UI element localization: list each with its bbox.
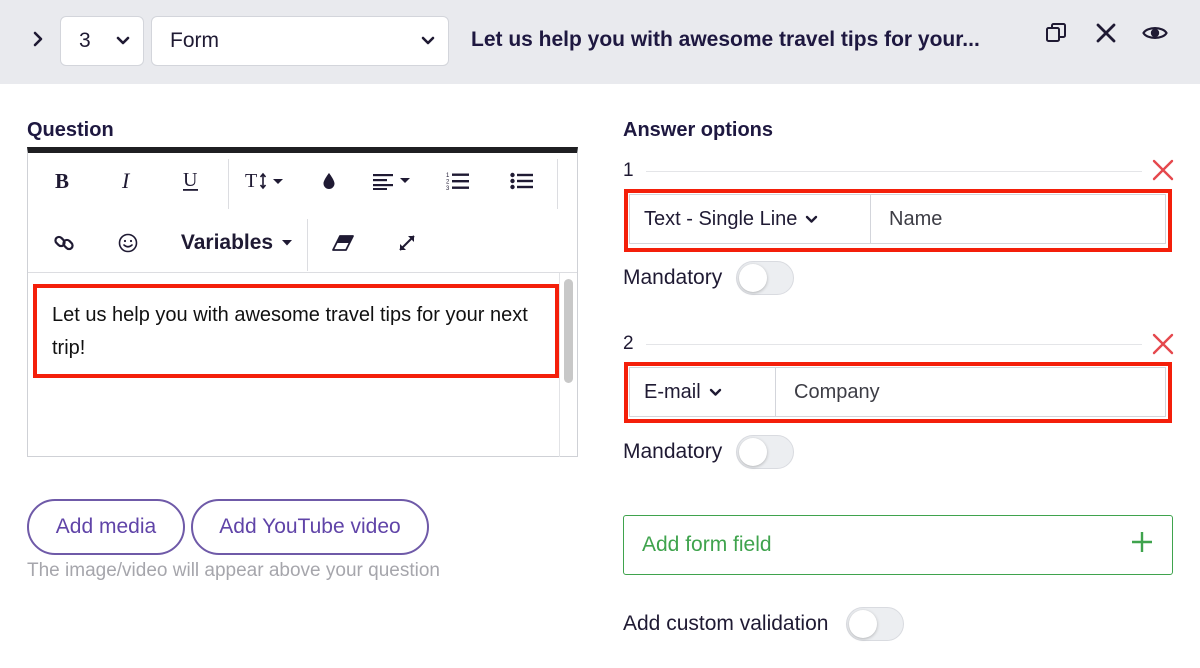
question-type-value: Form (170, 29, 219, 52)
toolbar-divider (228, 159, 229, 209)
svg-text:T: T (245, 170, 257, 192)
toolbar-divider (557, 159, 558, 209)
custom-validation-toggle[interactable] (846, 607, 904, 641)
svg-text:1: 1 (446, 173, 450, 179)
media-hint-text: The image/video will appear above your q… (27, 560, 440, 581)
caret-down-icon (281, 239, 293, 247)
bullet-list-icon[interactable] (504, 153, 540, 209)
variables-dropdown[interactable]: Variables (174, 215, 300, 271)
step-number-value: 3 (79, 29, 91, 52)
scrollbar-track (559, 273, 560, 457)
custom-validation-label: Add custom validation (623, 612, 829, 635)
editor-toolbar-row-2: Variables (28, 215, 577, 271)
add-media-button[interactable]: Add media (27, 499, 185, 555)
answer-options-heading: Answer options (623, 119, 774, 141)
svg-text:3: 3 (446, 186, 450, 191)
question-title: Let us help you with awesome travel tips… (471, 28, 980, 51)
align-icon[interactable] (370, 153, 418, 209)
mandatory-toggle[interactable] (736, 261, 794, 295)
bold-icon[interactable]: B (42, 153, 84, 209)
option-number: 2 (623, 333, 634, 354)
step-number-select[interactable]: 3 (60, 16, 144, 66)
field-type-value: Text - Single Line (644, 207, 798, 230)
duplicate-icon[interactable] (1041, 18, 1071, 48)
add-form-field-button[interactable]: Add form field (623, 515, 1173, 575)
underline-icon[interactable]: U (170, 153, 212, 209)
svg-text:I: I (121, 171, 131, 191)
field-type-select[interactable]: E-mail (630, 368, 776, 416)
chevron-down-icon (408, 36, 448, 46)
add-youtube-label: Add YouTube video (219, 515, 401, 538)
toggle-knob (739, 438, 767, 466)
form-field-row: E-mail Company (629, 367, 1166, 417)
link-icon[interactable] (46, 215, 82, 271)
add-media-label: Add media (55, 515, 157, 538)
question-heading: Question (27, 119, 114, 141)
editor-scrollbar[interactable] (564, 279, 573, 383)
svg-text:2: 2 (446, 180, 450, 186)
editor-toolbar-row-1: B I U T 123 (28, 153, 577, 209)
question-header-bar: 3 Form Let us help you with awesome trav… (0, 0, 1200, 84)
field-type-value: E-mail (644, 380, 701, 403)
svg-text:B: B (55, 171, 69, 191)
field-label-input[interactable]: Company (776, 368, 1165, 416)
toggle-knob (849, 610, 877, 638)
clear-format-eraser-icon[interactable] (326, 215, 360, 271)
text-size-icon[interactable]: T (240, 153, 292, 209)
add-form-field-label: Add form field (642, 533, 772, 556)
ordered-list-icon[interactable]: 123 (440, 153, 476, 209)
option-divider (646, 171, 1142, 172)
remove-option-x-icon[interactable] (1151, 158, 1175, 182)
preview-eye-icon[interactable] (1140, 18, 1170, 48)
text-color-drop-icon[interactable] (314, 153, 344, 209)
expand-chevron-icon[interactable] (28, 26, 48, 52)
add-youtube-video-button[interactable]: Add YouTube video (191, 499, 429, 555)
question-text-area[interactable]: Let us help you with awesome travel tips… (52, 299, 552, 365)
chevron-down-icon (805, 215, 818, 224)
chevron-down-icon (709, 388, 722, 397)
question-type-select[interactable]: Form (151, 16, 449, 66)
form-field-row: Text - Single Line Name (629, 194, 1166, 244)
italic-icon[interactable]: I (106, 153, 148, 209)
toggle-knob (739, 264, 767, 292)
chevron-down-icon (103, 36, 143, 46)
mandatory-toggle[interactable] (736, 435, 794, 469)
option-number: 1 (623, 160, 634, 181)
fullscreen-expand-icon[interactable] (390, 215, 424, 271)
emoji-icon[interactable] (110, 215, 146, 271)
variables-label: Variables (180, 231, 274, 254)
field-label-input[interactable]: Name (871, 195, 1165, 243)
toolbar-divider (307, 219, 308, 271)
close-icon[interactable] (1091, 18, 1121, 48)
remove-option-x-icon[interactable] (1151, 332, 1175, 356)
svg-text:U: U (183, 170, 198, 191)
question-rich-text-editor: B I U T 123 Variables Let us help you wi… (27, 147, 578, 457)
plus-icon (1130, 530, 1154, 560)
mandatory-label: Mandatory (623, 266, 723, 289)
toolbar-bottom-divider (28, 272, 577, 273)
field-type-select[interactable]: Text - Single Line (630, 195, 871, 243)
mandatory-label: Mandatory (623, 440, 723, 463)
option-divider (646, 344, 1142, 345)
